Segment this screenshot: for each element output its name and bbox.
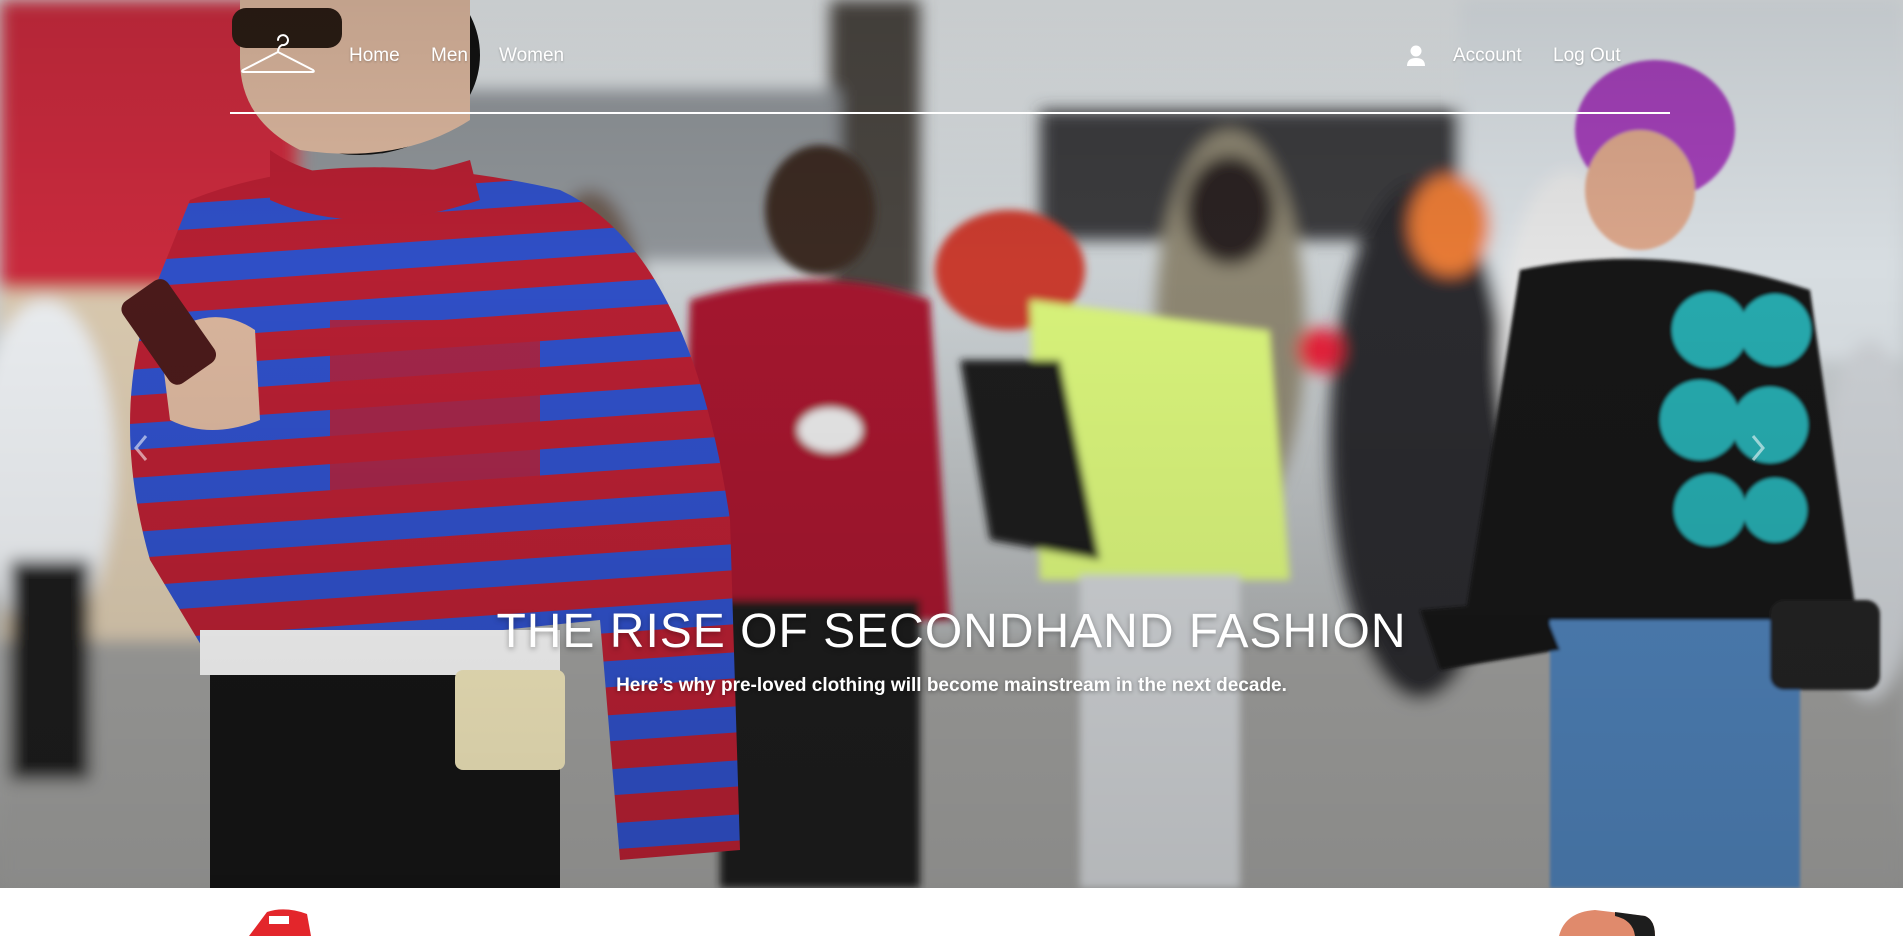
hero-banner: Home Men Women Account Log Out THE RISE … bbox=[0, 0, 1903, 888]
chevron-right-icon[interactable] bbox=[1745, 428, 1771, 468]
nav-link-home[interactable]: Home bbox=[349, 44, 400, 68]
hero-overlay bbox=[0, 0, 1903, 888]
nav-divider bbox=[230, 112, 1670, 114]
nav-link-women[interactable]: Women bbox=[499, 44, 564, 68]
page: Home Men Women Account Log Out THE RISE … bbox=[0, 0, 1903, 936]
product-image-right[interactable] bbox=[1555, 906, 1665, 936]
top-navbar: Home Men Women Account Log Out bbox=[230, 0, 1670, 114]
product-section bbox=[0, 888, 1903, 936]
nav-link-logout[interactable]: Log Out bbox=[1553, 44, 1621, 68]
nav-link-men[interactable]: Men bbox=[431, 44, 468, 68]
hanger-icon[interactable] bbox=[240, 34, 316, 76]
product-image-left[interactable] bbox=[245, 906, 315, 936]
hero-title: THE RISE OF SECONDHAND FASHION bbox=[496, 605, 1407, 658]
user-icon[interactable] bbox=[1406, 45, 1426, 67]
hero-subtitle: Here’s why pre-loved clothing will becom… bbox=[616, 675, 1287, 696]
chevron-left-icon[interactable] bbox=[128, 428, 154, 468]
nav-link-account[interactable]: Account bbox=[1453, 44, 1522, 68]
